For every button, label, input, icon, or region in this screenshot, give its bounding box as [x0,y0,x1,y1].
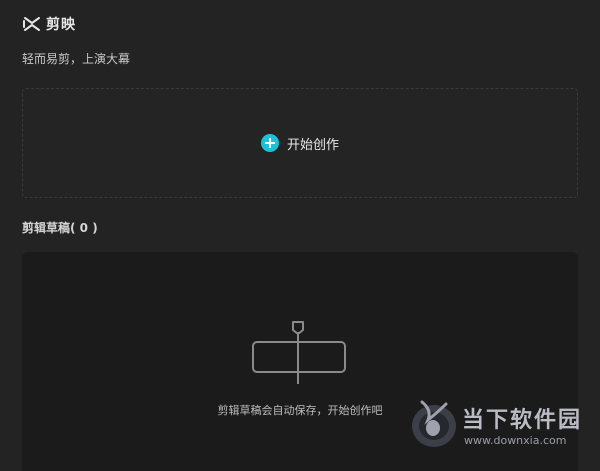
app-name: 剪映 [46,17,76,33]
empty-draft-timeline-icon [252,321,346,384]
app-slogan: 轻而易剪，上演大幕 [22,52,131,66]
drafts-section-title: 剪辑草稿( 0 ) [22,221,98,235]
start-creating-content: 开始创作 [260,134,339,153]
downxia-logo-icon [412,400,456,447]
start-creating-label: 开始创作 [286,137,339,153]
plus-circle-icon [260,134,279,152]
app-header: 剪映 [22,14,76,34]
capcut-logo-icon [23,17,40,31]
watermark-title: 当下软件园 [462,408,583,433]
watermark-url: www.downxia.com [464,434,567,447]
watermark: 当下软件园 www.downxia.com [408,398,593,458]
start-creating-button[interactable]: 开始创作 [22,88,578,198]
